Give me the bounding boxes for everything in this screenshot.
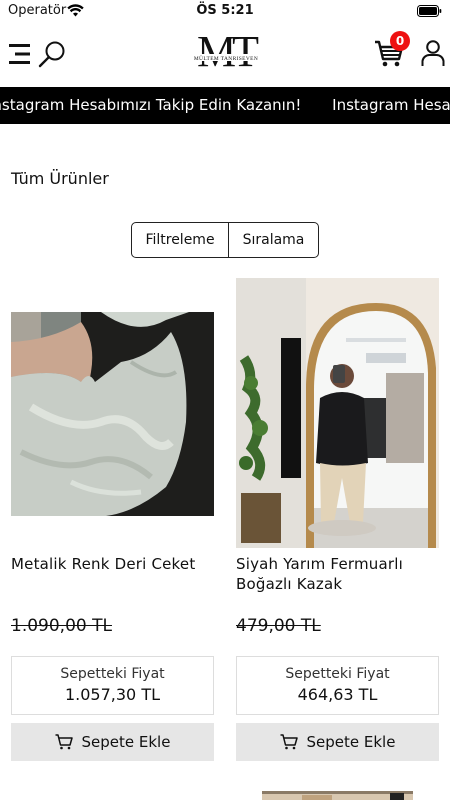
old-price: 1.090,00 TL (11, 616, 112, 636)
brand-logo[interactable]: MT MÜLTEM TANRISEVEN (182, 27, 270, 76)
logo-mark: MT MÜLTEM TANRISEVEN (184, 27, 268, 76)
cart-price-value: 464,63 TL (297, 685, 378, 704)
menu-icon[interactable] (9, 44, 31, 64)
add-to-cart-label: Sepete Ekle (306, 733, 396, 751)
product-name[interactable]: Siyah Yarım Fermuarlı Boğazlı Kazak (236, 554, 439, 594)
cart-price-box: Sepetteki Fiyat 464,63 TL (236, 656, 439, 715)
section-title: Tüm Ürünler (11, 169, 109, 188)
filter-button[interactable]: Filtreleme (132, 223, 229, 257)
product-image[interactable] (236, 278, 439, 548)
add-to-cart-label: Sepete Ekle (81, 733, 171, 751)
app-header: MT MÜLTEM TANRISEVEN 0 (0, 26, 450, 84)
product-name[interactable]: Metalik Renk Deri Ceket (11, 554, 214, 574)
cart-price-value: 1.057,30 TL (64, 685, 161, 704)
announcement-text: Instagram Hesabımızı Takip Edin Kazanın! (332, 96, 450, 114)
cart-price-label: Sepetteki Fiyat (285, 666, 390, 682)
cart-icon (280, 734, 298, 750)
cart-price-label: Sepetteki Fiyat (60, 666, 165, 682)
svg-text:MT: MT (197, 28, 259, 74)
add-to-cart-button[interactable]: Sepete Ekle (11, 723, 214, 761)
search-icon[interactable] (38, 40, 66, 68)
svg-text:MÜLTEM TANRISEVEN: MÜLTEM TANRISEVEN (194, 55, 258, 62)
cart-count-badge: 0 (390, 31, 410, 51)
product-image[interactable] (262, 788, 413, 800)
cart-price-box: Sepetteki Fiyat 1.057,30 TL (11, 656, 214, 715)
status-time: ÖS 5:21 (196, 3, 254, 18)
filter-sort-bar: Filtreleme Sıralama (131, 222, 319, 258)
battery-icon (417, 5, 442, 17)
old-price: 479,00 TL (236, 616, 321, 636)
user-icon[interactable] (421, 40, 445, 67)
cart-icon (55, 734, 73, 750)
announcement-text: Instagram Hesabımızı Takip Edin Kazanın! (0, 96, 302, 114)
sort-button[interactable]: Sıralama (229, 223, 318, 257)
product-image[interactable] (11, 312, 214, 516)
status-bar: Operatör ÖS 5:21 (0, 0, 450, 24)
announcement-track: Instagram Hesabımızı Takip Edin Kazanın!… (0, 96, 450, 114)
add-to-cart-button[interactable]: Sepete Ekle (236, 723, 439, 761)
announcement-banner[interactable]: Instagram Hesabımızı Takip Edin Kazanın!… (0, 87, 450, 124)
